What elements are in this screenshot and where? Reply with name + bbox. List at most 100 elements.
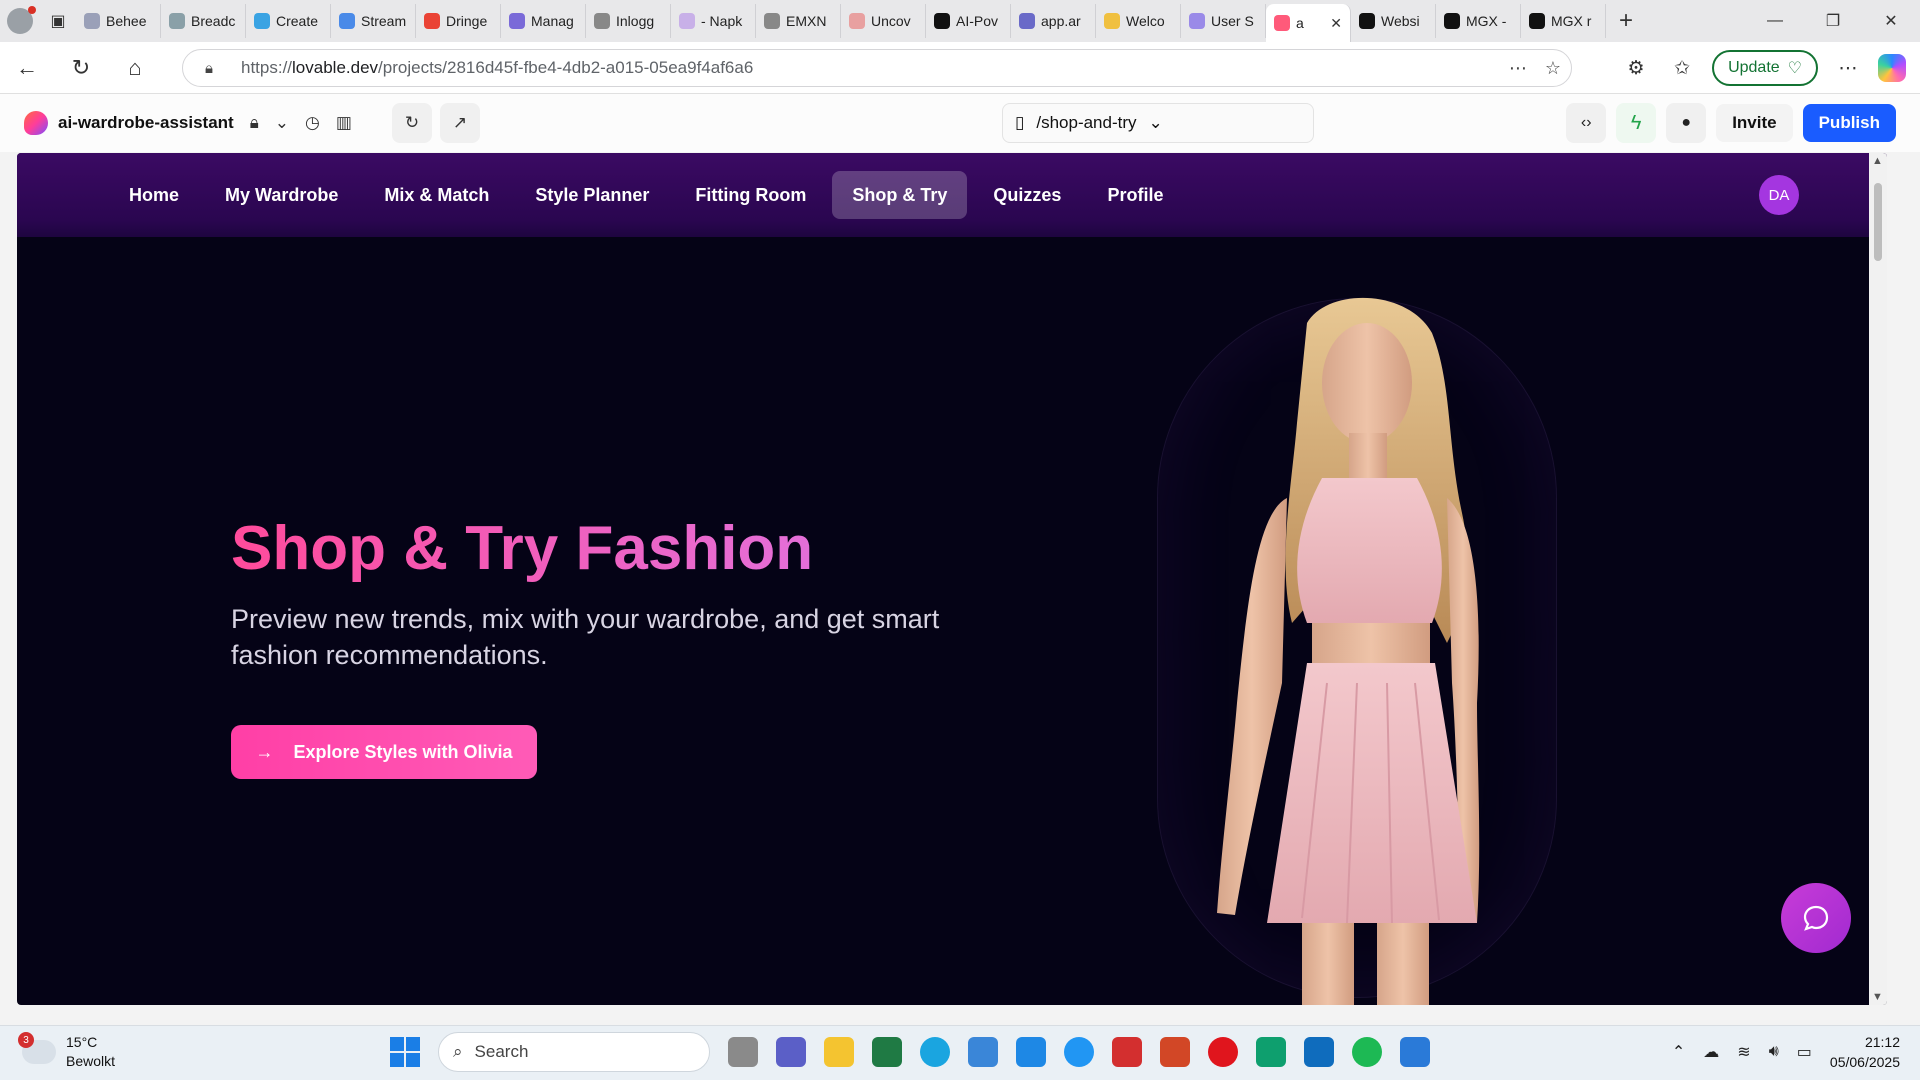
explore-styles-button[interactable]: → Explore Styles with Olivia	[231, 725, 537, 779]
bolt-icon[interactable]: ϟ	[1616, 103, 1657, 143]
lovable-toolbar: ai-wardrobe-assistant 🔒︎ ⌄ ◷ ▥ ↻ ↗ ▯ /sh…	[0, 94, 1920, 152]
minimize-button[interactable]: —	[1746, 0, 1804, 42]
tab-favicon-icon	[509, 13, 525, 29]
lovable-logo-icon[interactable]	[24, 111, 48, 135]
new-tab-button[interactable]: +	[1606, 7, 1646, 35]
arrow-right-icon: →	[255, 741, 274, 762]
reading-options-icon[interactable]: ⋯	[1509, 58, 1527, 79]
nav-item-quizzes[interactable]: Quizzes	[973, 171, 1081, 219]
notepad-icon[interactable]	[1400, 1037, 1430, 1067]
home-button[interactable]: ⌂	[108, 42, 162, 94]
task-view-icon[interactable]	[728, 1037, 758, 1067]
start-button[interactable]	[390, 1037, 420, 1067]
volume-icon[interactable]: 🔊︎	[1769, 1043, 1779, 1061]
nav-item-my-wardrobe[interactable]: My Wardrobe	[205, 171, 358, 219]
url-bar[interactable]: 🔒︎ https://lovable.dev/projects/2816d45f…	[182, 49, 1572, 87]
update-label: Update	[1728, 59, 1780, 76]
maximize-button[interactable]: ❐	[1804, 0, 1862, 42]
browser-tab[interactable]: Stream	[331, 4, 416, 38]
hp-icon[interactable]	[1016, 1037, 1046, 1067]
route-selector[interactable]: ▯ /shop-and-try ⌄	[1002, 103, 1314, 143]
onedrive-icon[interactable]: ☁	[1703, 1042, 1719, 1062]
code-view-icon[interactable]: ‹›	[1566, 103, 1607, 143]
chat-button[interactable]	[1781, 883, 1851, 953]
browser-tab[interactable]: app.ar	[1011, 4, 1096, 38]
tab-label: a	[1296, 15, 1304, 31]
file-explorer-icon[interactable]	[824, 1037, 854, 1067]
nav-item-profile[interactable]: Profile	[1087, 171, 1183, 219]
taskbar-search[interactable]: ⌕ Search	[438, 1032, 710, 1072]
chevron-up-icon[interactable]: ⌃	[1672, 1042, 1685, 1062]
chevron-down-icon[interactable]: ⌄	[275, 113, 289, 133]
tab-actions-icon[interactable]: ▣	[40, 0, 76, 42]
browser-tab[interactable]: Inlogg	[586, 4, 671, 38]
opera-icon[interactable]	[1208, 1037, 1238, 1067]
tab-label: Breadc	[191, 13, 236, 29]
browser-tab[interactable]: Manag	[501, 4, 586, 38]
nav-item-shop-try[interactable]: Shop & Try	[832, 171, 968, 219]
github-icon[interactable]: ●	[1666, 103, 1707, 143]
mcafee-icon[interactable]	[1112, 1037, 1142, 1067]
project-name[interactable]: ai-wardrobe-assistant	[58, 113, 234, 133]
excel-icon[interactable]	[872, 1037, 902, 1067]
spotify-icon[interactable]	[1352, 1037, 1382, 1067]
browser-tab[interactable]: Websi	[1351, 4, 1436, 38]
browser-tab[interactable]: MGX -	[1436, 4, 1521, 38]
browser-tab[interactable]: MGX r	[1521, 4, 1606, 38]
tab-favicon-icon	[1359, 13, 1375, 29]
reload-button[interactable]: ↻	[54, 42, 108, 94]
outlook-icon[interactable]	[1304, 1037, 1334, 1067]
browser-tab[interactable]: Create	[246, 4, 331, 38]
browser-tab[interactable]: Uncov	[841, 4, 926, 38]
lock-icon[interactable]: 🔒︎	[250, 113, 259, 133]
browser-tab[interactable]: Behee	[76, 4, 161, 38]
browser-tab[interactable]: AI-Pov	[926, 4, 1011, 38]
publish-button[interactable]: Publish	[1802, 104, 1896, 142]
teams-icon[interactable]	[776, 1037, 806, 1067]
clock[interactable]: 21:12 05/06/2025	[1830, 1032, 1900, 1072]
user-avatar[interactable]: DA	[1759, 175, 1799, 215]
edge-icon[interactable]	[920, 1037, 950, 1067]
close-window-button[interactable]: ✕	[1862, 0, 1920, 42]
browser-tab[interactable]: a ✕	[1266, 4, 1351, 42]
battery-icon[interactable]: ▭	[1797, 1042, 1812, 1062]
nav-item-style-planner[interactable]: Style Planner	[515, 171, 669, 219]
open-external-icon[interactable]: ↗	[439, 103, 480, 143]
invite-button[interactable]: Invite	[1716, 104, 1793, 142]
site-info-icon[interactable]: 🔒︎	[205, 60, 223, 77]
powerpoint-icon[interactable]	[1160, 1037, 1190, 1067]
favorites-icon[interactable]: ✩	[1666, 57, 1698, 80]
sidebar-toggle-icon[interactable]: ▥	[336, 113, 352, 133]
preview-scrollbar[interactable]: ▲ ▼	[1869, 153, 1887, 1005]
browser-tab[interactable]: Dringe	[416, 4, 501, 38]
browser-tab[interactable]: User S	[1181, 4, 1266, 38]
favorite-star-icon[interactable]: ☆	[1545, 58, 1561, 79]
settings-menu-icon[interactable]: ⋯	[1832, 57, 1864, 80]
nav-item-mix-match[interactable]: Mix & Match	[364, 171, 509, 219]
extensions-icon[interactable]: ⚙	[1620, 57, 1652, 80]
history-icon[interactable]: ◷	[305, 113, 320, 133]
nav-item-fitting-room[interactable]: Fitting Room	[675, 171, 826, 219]
help-icon[interactable]	[1064, 1037, 1094, 1067]
scroll-thumb[interactable]	[1874, 183, 1882, 261]
nav-menu: Home My Wardrobe Mix & Match Style Planner F…	[109, 171, 1183, 219]
copilot-icon[interactable]	[1878, 54, 1906, 82]
store-icon[interactable]	[968, 1037, 998, 1067]
refresh-preview-icon[interactable]: ↻	[391, 103, 432, 143]
update-button[interactable]: Update ♡	[1712, 50, 1818, 86]
nav-item-home[interactable]: Home	[109, 171, 199, 219]
browser-tab[interactable]: Welco	[1096, 4, 1181, 38]
scroll-down-icon[interactable]: ▼	[1872, 991, 1883, 1003]
close-tab-icon[interactable]: ✕	[1330, 15, 1342, 32]
tab-favicon-icon	[679, 13, 695, 29]
bing-icon[interactable]	[1256, 1037, 1286, 1067]
url-prefix: https://	[241, 58, 293, 77]
profile-button[interactable]	[0, 0, 40, 42]
wifi-icon[interactable]: ≋	[1737, 1042, 1750, 1062]
weather-widget[interactable]: 3 15°C Bewolkt	[18, 1032, 115, 1071]
scroll-up-icon[interactable]: ▲	[1872, 155, 1883, 167]
browser-tab[interactable]: - Napk	[671, 4, 756, 38]
browser-tab[interactable]: EMXN	[756, 4, 841, 38]
back-button[interactable]: ←	[0, 42, 54, 94]
browser-tab[interactable]: Breadc	[161, 4, 246, 38]
